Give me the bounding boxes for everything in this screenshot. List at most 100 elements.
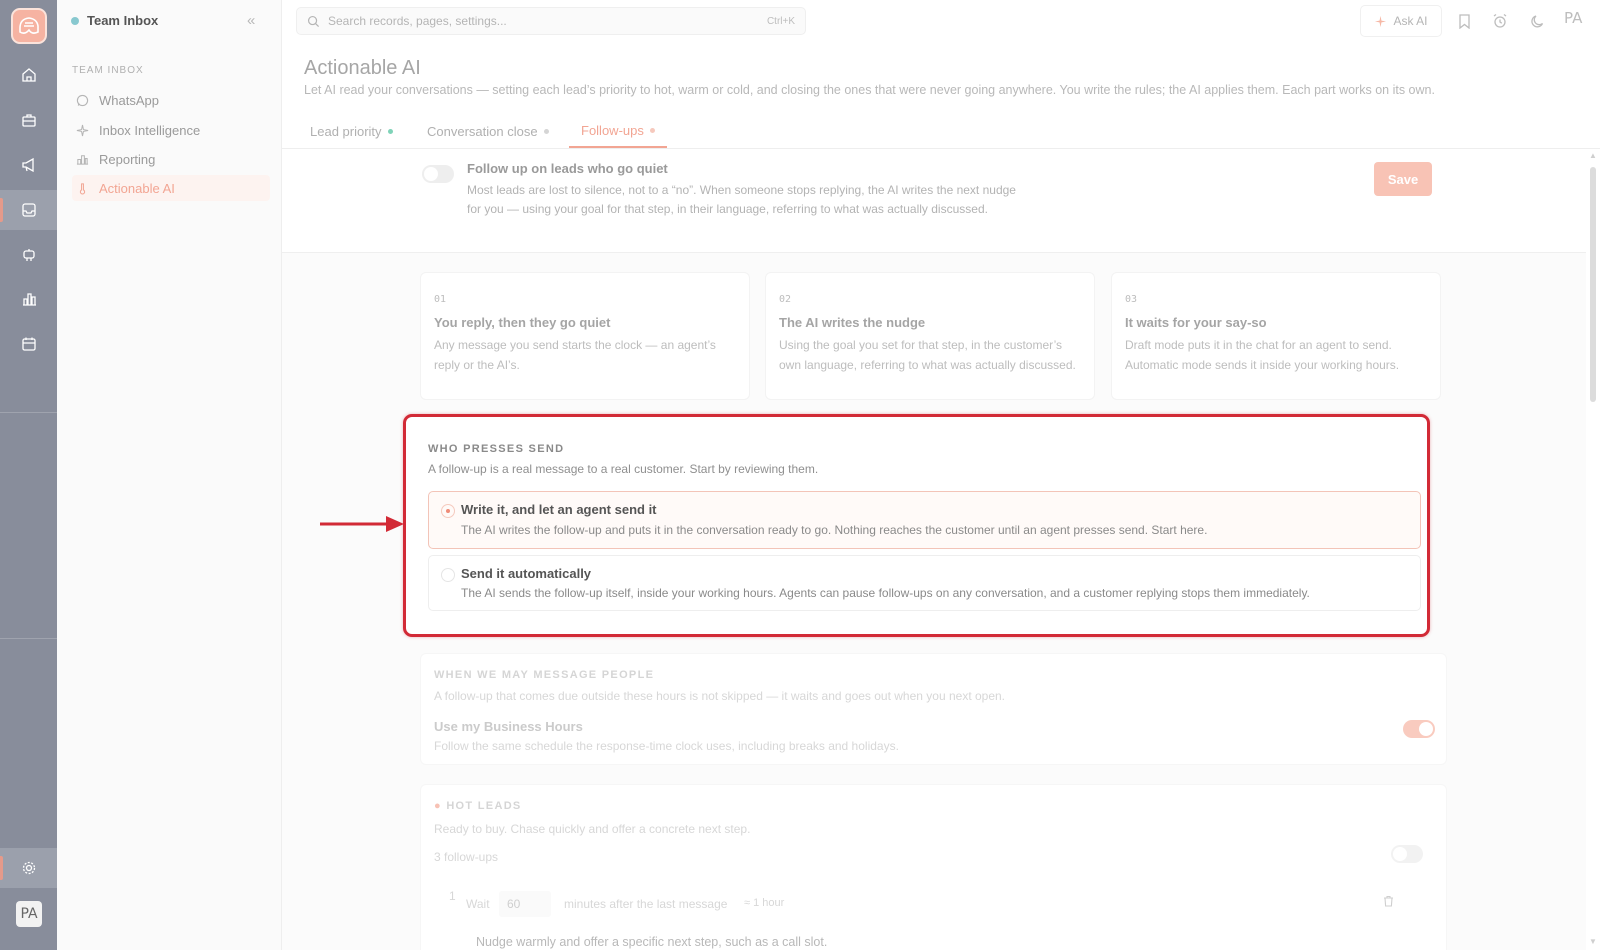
thermometer-icon xyxy=(79,182,86,194)
workspace-header[interactable]: Team Inbox xyxy=(71,13,158,28)
status-dot xyxy=(71,16,79,25)
option-description: The AI writes the follow-up and puts it … xyxy=(461,523,1208,537)
step-title: You reply, then they go quiet xyxy=(434,315,611,330)
sidebar-item-reporting[interactable]: Reporting xyxy=(72,146,270,172)
scrollbar-thumb[interactable] xyxy=(1590,167,1596,402)
moon-icon[interactable] xyxy=(1527,11,1547,31)
hot-leads-toggle[interactable] xyxy=(1391,845,1423,863)
sidebar-item-inbox-intelligence[interactable]: Inbox Intelligence xyxy=(72,117,270,143)
step-description: Any message you send starts the clock — … xyxy=(434,338,716,372)
search-icon xyxy=(307,15,320,27)
tab-label: Follow-ups xyxy=(581,122,644,138)
step-card: 03 It waits for your say-so Draft mode p… xyxy=(1111,272,1441,400)
step-number: 02 xyxy=(779,294,792,305)
toggle-knob xyxy=(424,167,438,181)
wait-suffix: minutes after the last message xyxy=(564,897,728,911)
follow-up-description: Most leads are lost to silence, not to a… xyxy=(467,183,1016,216)
option-send-automatically[interactable]: Send it automatically The AI sends the f… xyxy=(428,555,1421,611)
wait-hint: ≈ 1 hour xyxy=(744,897,785,909)
sidebar-item-label: Inbox Intelligence xyxy=(99,122,201,138)
step-index: 1 xyxy=(449,889,456,903)
option-title: Write it, and let an agent send it xyxy=(461,502,657,517)
tab-status-dot xyxy=(543,128,549,134)
page-title: Actionable AI xyxy=(304,57,421,79)
step-card: 01 You reply, then they go quiet Any mes… xyxy=(420,272,750,400)
sidebar: Team Inbox « TEAM INBOX WhatsApp Inbox I… xyxy=(57,0,282,950)
user-avatar[interactable]: PA xyxy=(1564,9,1582,27)
business-hours-description: Follow the same schedule the response-ti… xyxy=(434,739,899,753)
sidebar-item-label: Reporting xyxy=(99,151,156,167)
radio-selected[interactable] xyxy=(441,504,455,518)
scroll-down-icon[interactable]: ▼ xyxy=(1589,937,1597,946)
follow-up-toggle[interactable] xyxy=(422,165,454,183)
sparkles-icon xyxy=(76,124,89,136)
option-description: The AI sends the follow-up itself, insid… xyxy=(461,586,1310,600)
bot-icon[interactable] xyxy=(0,235,57,275)
step-description: Draft mode puts it in the chat for an ag… xyxy=(1125,338,1400,372)
megaphone-icon[interactable] xyxy=(0,145,57,185)
tab-follow-ups[interactable]: Follow-ups xyxy=(569,114,667,148)
business-hours-toggle[interactable] xyxy=(1403,720,1435,738)
follow-up-count: 3 follow-ups xyxy=(434,850,499,864)
home-icon[interactable] xyxy=(0,55,57,95)
briefcase-icon[interactable] xyxy=(0,100,57,140)
chart-icon xyxy=(76,154,89,165)
settings-icon[interactable] xyxy=(0,848,57,888)
step-number: 03 xyxy=(1125,294,1138,305)
tab-bar: Lead priority Conversation close Follow-… xyxy=(282,114,1600,149)
user-avatar[interactable]: PA xyxy=(16,901,42,927)
collapse-sidebar-icon[interactable]: « xyxy=(247,12,255,29)
workspace-title: Team Inbox xyxy=(87,13,159,28)
section-label: WHO PRESSES SEND xyxy=(428,443,565,455)
alarm-clock-icon[interactable] xyxy=(1490,11,1510,31)
inbox-icon[interactable] xyxy=(0,190,57,230)
app-rail: PA xyxy=(0,0,57,950)
scroll-up-icon[interactable]: ▲ xyxy=(1589,151,1597,160)
shortcut-hint: Ctrl+K xyxy=(766,15,795,27)
bar-chart-icon[interactable] xyxy=(0,279,57,319)
section-label: ● HOT LEADS xyxy=(434,800,522,812)
tab-lead-priority[interactable]: Lead priority xyxy=(298,114,405,148)
option-title: Send it automatically xyxy=(461,566,592,581)
hot-dot: ● xyxy=(434,800,447,812)
step-goal: Nudge warmly and offer a specific next s… xyxy=(476,935,828,949)
tab-label: Conversation close xyxy=(427,123,538,139)
annotation-arrow-icon xyxy=(320,516,404,532)
section-description: A follow-up that comes due outside these… xyxy=(434,689,1006,703)
step-number: 01 xyxy=(434,294,447,305)
search-placeholder: Search records, pages, settings... xyxy=(328,14,507,28)
sidebar-item-whatsapp[interactable]: WhatsApp xyxy=(72,87,270,113)
option-agent-send[interactable]: Write it, and let an agent send it The A… xyxy=(428,491,1421,549)
tab-conversation-close[interactable]: Conversation close xyxy=(415,114,561,148)
sidebar-item-label: WhatsApp xyxy=(99,92,159,108)
content-scrollbar[interactable]: ▲ ▼ xyxy=(1586,149,1600,950)
tab-label: Lead priority xyxy=(310,123,382,139)
bookmark-icon[interactable] xyxy=(1454,11,1474,31)
when-message-card: WHEN WE MAY MESSAGE PEOPLE A follow-up t… xyxy=(420,653,1447,765)
search-input[interactable]: Search records, pages, settings... Ctrl+… xyxy=(296,7,806,35)
trash-icon[interactable] xyxy=(1383,895,1394,910)
sparkles-icon xyxy=(1375,15,1387,27)
rail-divider xyxy=(0,638,57,639)
business-hours-title: Use my Business Hours xyxy=(434,719,583,734)
section-description: Ready to buy. Chase quickly and offer a … xyxy=(434,822,751,836)
topbar: Search records, pages, settings... Ctrl+… xyxy=(282,0,1600,42)
ask-ai-button[interactable]: Ask AI xyxy=(1360,5,1442,37)
calendar-icon[interactable] xyxy=(0,324,57,364)
tab-status-dot xyxy=(649,127,655,133)
ask-ai-label: Ask AI xyxy=(1393,14,1428,28)
rail-divider xyxy=(0,412,57,413)
save-button[interactable]: Save xyxy=(1374,162,1432,196)
toggle-knob xyxy=(1393,847,1407,861)
step-description: Using the goal you set for that step, in… xyxy=(779,338,1076,372)
sidebar-item-actionable-ai[interactable]: Actionable AI xyxy=(72,175,270,201)
who-presses-send-card: WHO PRESSES SEND A follow-up is a real m… xyxy=(403,414,1430,637)
wait-minutes-input[interactable]: 60 xyxy=(499,891,551,917)
radio-unselected[interactable] xyxy=(441,568,455,582)
step-card: 02 The AI writes the nudge Using the goa… xyxy=(765,272,1095,400)
follow-up-setting: Follow up on leads who go quiet Most lea… xyxy=(282,149,1586,253)
sidebar-section-label: TEAM INBOX xyxy=(72,65,144,76)
app-logo[interactable] xyxy=(11,8,47,44)
whatsapp-icon xyxy=(76,94,89,106)
hot-leads-card: ● HOT LEADS Ready to buy. Chase quickly … xyxy=(420,784,1447,950)
